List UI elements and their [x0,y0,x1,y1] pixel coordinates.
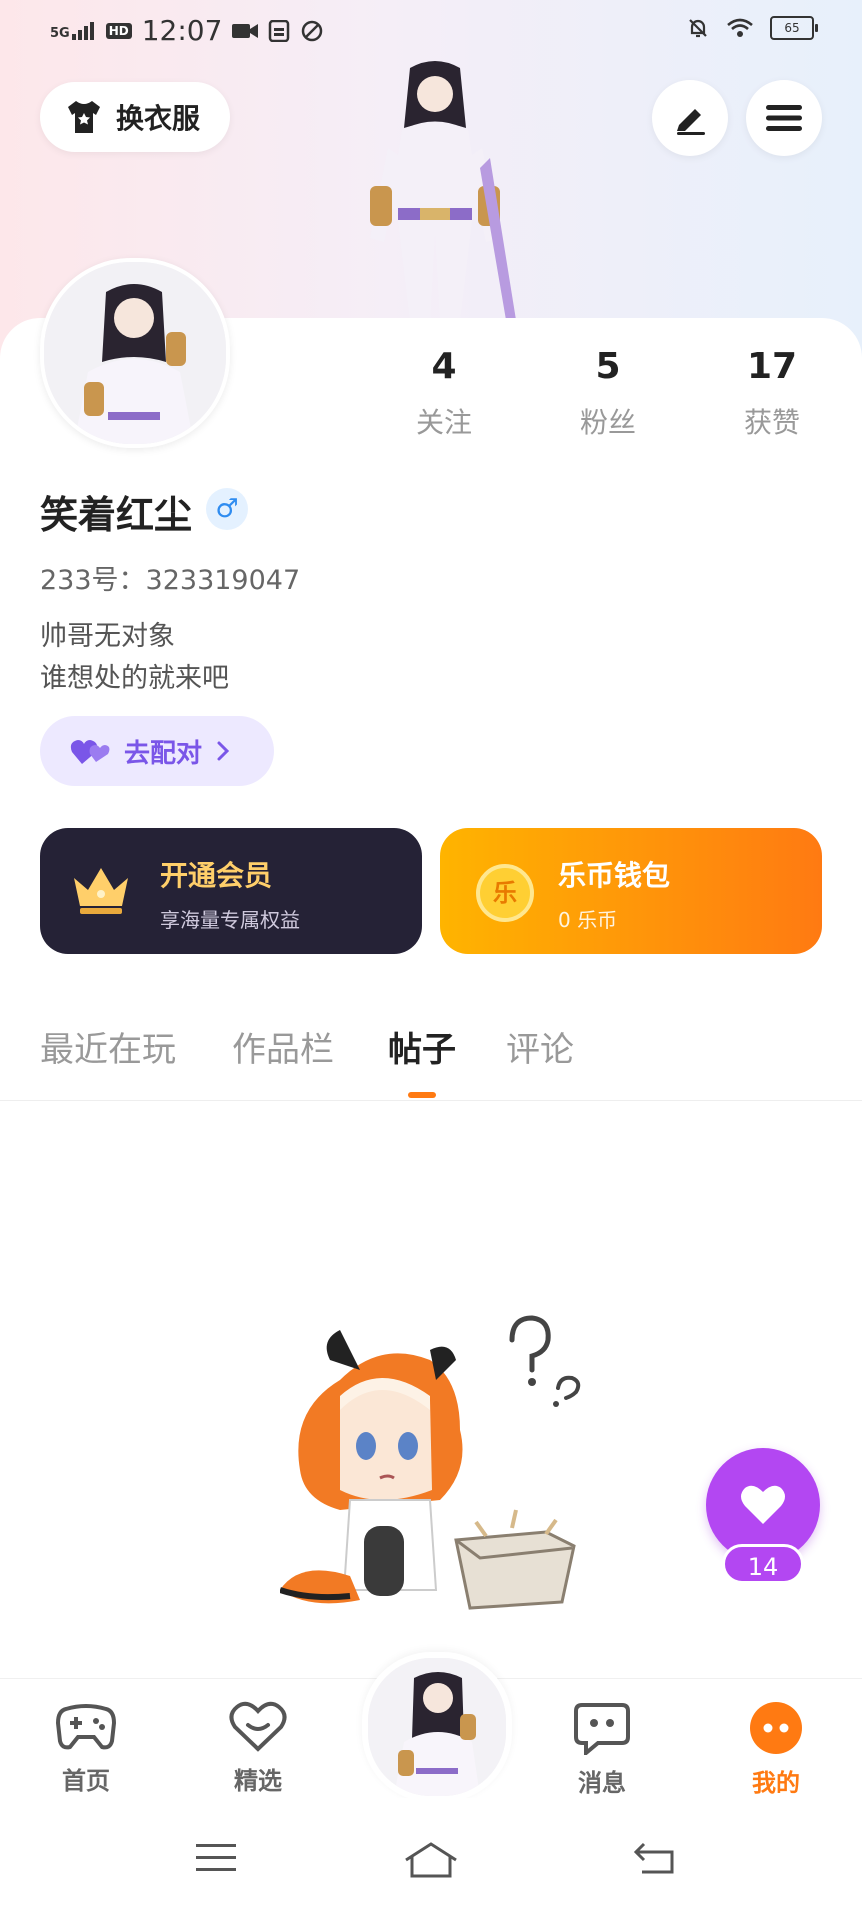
coin-wallet-card[interactable]: 乐 乐币钱包 0 乐币 [440,828,822,954]
content-tabs: 最近在玩 作品栏 帖子 评论 [0,1010,862,1101]
status-bar: 5G HD 12:07 65 [0,0,862,62]
likes-count: 17 [746,346,798,387]
recent-apps-icon[interactable] [194,1840,238,1876]
nav-mine[interactable]: 我的 [716,1701,836,1798]
tab-recently-played[interactable]: 最近在玩 [40,1022,176,1071]
active-tab-indicator [408,1092,436,1098]
wifi-icon [727,18,753,37]
hamburger-menu-icon [766,105,802,131]
network-type: 5G [50,25,70,41]
menu-button[interactable] [746,80,822,156]
heart-icon [741,1485,785,1524]
video-icon [232,23,259,38]
fans-label: 粉丝 [579,406,636,439]
hd-badge: HD [105,22,132,39]
nav-featured-label: 精选 [234,1767,282,1795]
clock: 12:07 [141,14,223,47]
home-icon[interactable] [402,1840,460,1880]
battery-indicator: 65 [770,16,818,40]
chat-icon [574,1703,630,1758]
tab-posts[interactable]: 帖子 [388,1022,456,1071]
edit-profile-button[interactable] [652,80,728,156]
fans-count: 5 [595,346,621,387]
wallet-title: 乐币钱包 [558,859,671,892]
nav-messages-label: 消息 [578,1769,626,1797]
heart-badge-icon [229,1701,287,1752]
crown-icon [74,868,128,914]
nav-messages[interactable]: 消息 [542,1701,662,1798]
change-outfit-label: 换衣服 [116,102,201,135]
following-count: 4 [431,346,457,387]
nav-home[interactable]: 首页 [26,1701,146,1796]
floating-like-count: 14 [722,1544,804,1584]
profile-dots-icon [750,1702,802,1754]
stat-likes[interactable]: 17 获赞 [692,346,852,441]
status-left: 5G HD 12:07 [50,14,324,47]
vip-membership-card[interactable]: 开通会员 享海量专属权益 [40,828,422,954]
vip-title: 开通会员 [160,859,273,892]
status-right: 65 [686,16,818,40]
gamepad-icon [55,1704,117,1750]
tab-comments[interactable]: 评论 [506,1022,574,1071]
username: 笑着红尘 [40,493,193,537]
stat-following[interactable]: 4 关注 [364,346,524,441]
profile-avatar[interactable] [40,258,230,448]
bell-muted-icon [689,19,707,38]
match-label: 去配对 [124,738,203,769]
likes-label: 获赞 [743,406,800,439]
leaf-icon [302,20,323,41]
avatar-image [44,262,226,444]
chevron-right-icon [217,741,230,761]
signal-indicator: 5G [50,21,96,41]
change-outfit-button[interactable]: 换衣服 [40,82,231,152]
nav-mine-label: 我的 [752,1769,800,1797]
signal-bars-icon [71,21,94,40]
gender-male-icon: ♂ [206,488,248,530]
coin-icon: 乐 [476,864,534,922]
system-navigation-bar [0,1798,862,1920]
vip-subtitle: 享海量专属权益 [160,908,300,932]
nav-featured[interactable]: 精选 [198,1701,318,1796]
user-id: 233号：323319047 [40,565,301,596]
bio-line-2: 谁想处的就来吧 [40,663,229,694]
tab-works[interactable]: 作品栏 [232,1022,334,1071]
bio-line-1: 帅哥无对象 [40,621,175,652]
back-icon[interactable] [632,1840,678,1876]
empty-state-illustration [280,1315,581,1610]
tshirt-icon [68,101,100,133]
wallet-balance: 0 乐币 [558,908,618,932]
edit-pen-icon [677,109,705,135]
double-heart-icon [70,740,110,764]
following-label: 关注 [415,406,472,439]
match-button[interactable]: 去配对 [40,716,274,786]
nav-home-label: 首页 [62,1767,110,1795]
avatar-character-figure[interactable] [340,58,530,320]
stat-fans[interactable]: 5 粉丝 [528,346,688,441]
sim-card-icon [269,19,290,42]
center-avatar-button[interactable] [362,1652,512,1802]
center-avatar-image [368,1658,506,1796]
